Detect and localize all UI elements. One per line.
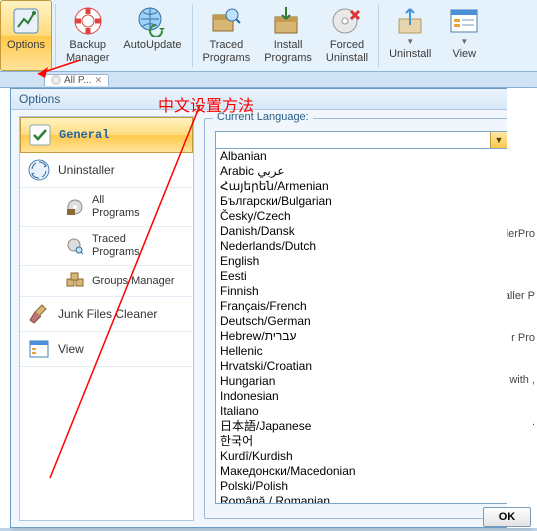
sidebar-item-view[interactable]: View xyxy=(20,332,193,367)
language-option[interactable]: 日本語/Japanese xyxy=(216,419,507,434)
view-button[interactable]: ▼ View xyxy=(438,0,490,71)
options-label: Options xyxy=(7,39,45,52)
sidebar-label: Uninstaller xyxy=(58,163,115,177)
cropped-background-text: allerPro aller P r Pro , with . . xyxy=(507,88,537,528)
dropdown-list[interactable]: AlbanianArabic عربيՀայերեն/ArmenianБълга… xyxy=(215,149,508,504)
box-down-icon xyxy=(272,5,304,37)
language-option[interactable]: Български/Bulgarian xyxy=(216,194,507,209)
language-option[interactable]: Français/French xyxy=(216,299,507,314)
sidebar-item-all-programs[interactable]: All Programs xyxy=(20,188,193,227)
language-option[interactable]: Indonesian xyxy=(216,389,507,404)
uninstall-button[interactable]: ▼ Uninstall xyxy=(382,0,438,71)
sidebar-label: View xyxy=(58,342,84,356)
traced-programs-button[interactable]: Traced Programs xyxy=(196,0,258,71)
sidebar-label: All Programs xyxy=(92,194,140,220)
sidebar-item-junk-cleaner[interactable]: Junk Files Cleaner xyxy=(20,297,193,332)
dropdown-header[interactable]: ▼ xyxy=(215,131,508,149)
broom-icon xyxy=(28,303,50,325)
disc-search-icon xyxy=(66,237,84,255)
language-option[interactable]: 한국어 xyxy=(216,434,507,449)
chevron-down-icon: ▼ xyxy=(460,37,468,46)
options-window: Options General Uninstaller All Programs xyxy=(10,88,530,528)
language-option[interactable]: Hungarian xyxy=(216,374,507,389)
language-option[interactable]: Eesti xyxy=(216,269,507,284)
sidebar-label: Groups Manager xyxy=(92,275,175,288)
language-option[interactable]: Македонски/Macedonian xyxy=(216,464,507,479)
ok-label: OK xyxy=(499,511,516,523)
disc-x-icon xyxy=(331,5,363,37)
lifebuoy-icon xyxy=(72,5,104,37)
sidebar-label: Traced Programs xyxy=(92,233,140,259)
forced-label: Forced Uninstall xyxy=(326,39,368,65)
language-dropdown[interactable]: ▼ AlbanianArabic عربيՀայերեն/ArmenianБъл… xyxy=(215,131,508,504)
language-option[interactable]: Hebrew/עברית xyxy=(216,329,507,344)
boxes-icon xyxy=(66,272,84,290)
options-icon xyxy=(10,5,42,37)
tab-strip: All P... ✕ xyxy=(0,72,537,88)
sidebar-label: Junk Files Cleaner xyxy=(58,307,157,321)
language-option[interactable]: Italiano xyxy=(216,404,507,419)
language-option[interactable]: Hellenic xyxy=(216,344,507,359)
options-button[interactable]: Options xyxy=(0,0,52,71)
uninstall-label: Uninstall xyxy=(389,48,431,61)
window-title: Options xyxy=(11,89,529,110)
language-option[interactable]: Kurdî/Kurdish xyxy=(216,449,507,464)
language-pane: Current Language: ▼ AlbanianArabic عربيՀ… xyxy=(202,116,521,521)
forced-uninstall-button[interactable]: Forced Uninstall xyxy=(319,0,375,71)
tab-label: All P... xyxy=(64,75,92,86)
sidebar-item-traced-programs[interactable]: Traced Programs xyxy=(20,227,193,266)
window-icon xyxy=(28,338,50,360)
window-icon xyxy=(448,5,480,37)
sidebar-label: General xyxy=(59,128,109,142)
autoupdate-label: AutoUpdate xyxy=(123,39,181,52)
sidebar-item-general[interactable]: General xyxy=(20,117,193,153)
language-option[interactable]: English xyxy=(216,254,507,269)
backup-label: Backup Manager xyxy=(66,39,109,65)
language-option[interactable]: Română / Romanian xyxy=(216,494,507,504)
ribbon-toolbar: Options Backup Manager AutoUpdate Traced… xyxy=(0,0,537,72)
globe-refresh-icon xyxy=(136,5,168,37)
language-option[interactable]: Nederlands/Dutch xyxy=(216,239,507,254)
chevron-down-icon: ▼ xyxy=(406,37,414,46)
language-option[interactable]: Danish/Dansk xyxy=(216,224,507,239)
autoupdate-button[interactable]: AutoUpdate xyxy=(116,0,188,71)
language-option[interactable]: Finnish xyxy=(216,284,507,299)
language-option[interactable]: Polski/Polish xyxy=(216,479,507,494)
check-icon xyxy=(29,124,51,146)
fieldset-legend: Current Language: xyxy=(213,111,313,123)
language-option[interactable]: Albanian xyxy=(216,149,507,164)
install-programs-button[interactable]: Install Programs xyxy=(257,0,319,71)
ok-button[interactable]: OK xyxy=(483,507,531,527)
box-up-icon xyxy=(394,5,426,37)
recycle-icon xyxy=(28,159,50,181)
language-option[interactable]: Hrvatski/Croatian xyxy=(216,359,507,374)
language-option[interactable]: Arabic عربي xyxy=(216,164,507,179)
close-icon[interactable]: ✕ xyxy=(95,75,103,86)
sidebar-item-uninstaller[interactable]: Uninstaller xyxy=(20,153,193,188)
language-option[interactable]: Հայերեն/Armenian xyxy=(216,179,507,194)
install-label: Install Programs xyxy=(264,39,312,65)
tab-all-programs[interactable]: All P... ✕ xyxy=(44,74,109,86)
language-option[interactable]: Deutsch/German xyxy=(216,314,507,329)
box-search-icon xyxy=(210,5,242,37)
language-option[interactable]: Česky/Czech xyxy=(216,209,507,224)
sidebar-item-groups-manager[interactable]: Groups Manager xyxy=(20,266,193,297)
view-label: View xyxy=(452,48,476,61)
disc-icon xyxy=(51,75,61,85)
traced-label: Traced Programs xyxy=(203,39,251,65)
backup-manager-button[interactable]: Backup Manager xyxy=(59,0,116,71)
disc-stack-icon xyxy=(66,198,84,216)
options-sidebar: General Uninstaller All Programs Traced … xyxy=(19,116,194,521)
chevron-down-icon[interactable]: ▼ xyxy=(490,132,507,148)
